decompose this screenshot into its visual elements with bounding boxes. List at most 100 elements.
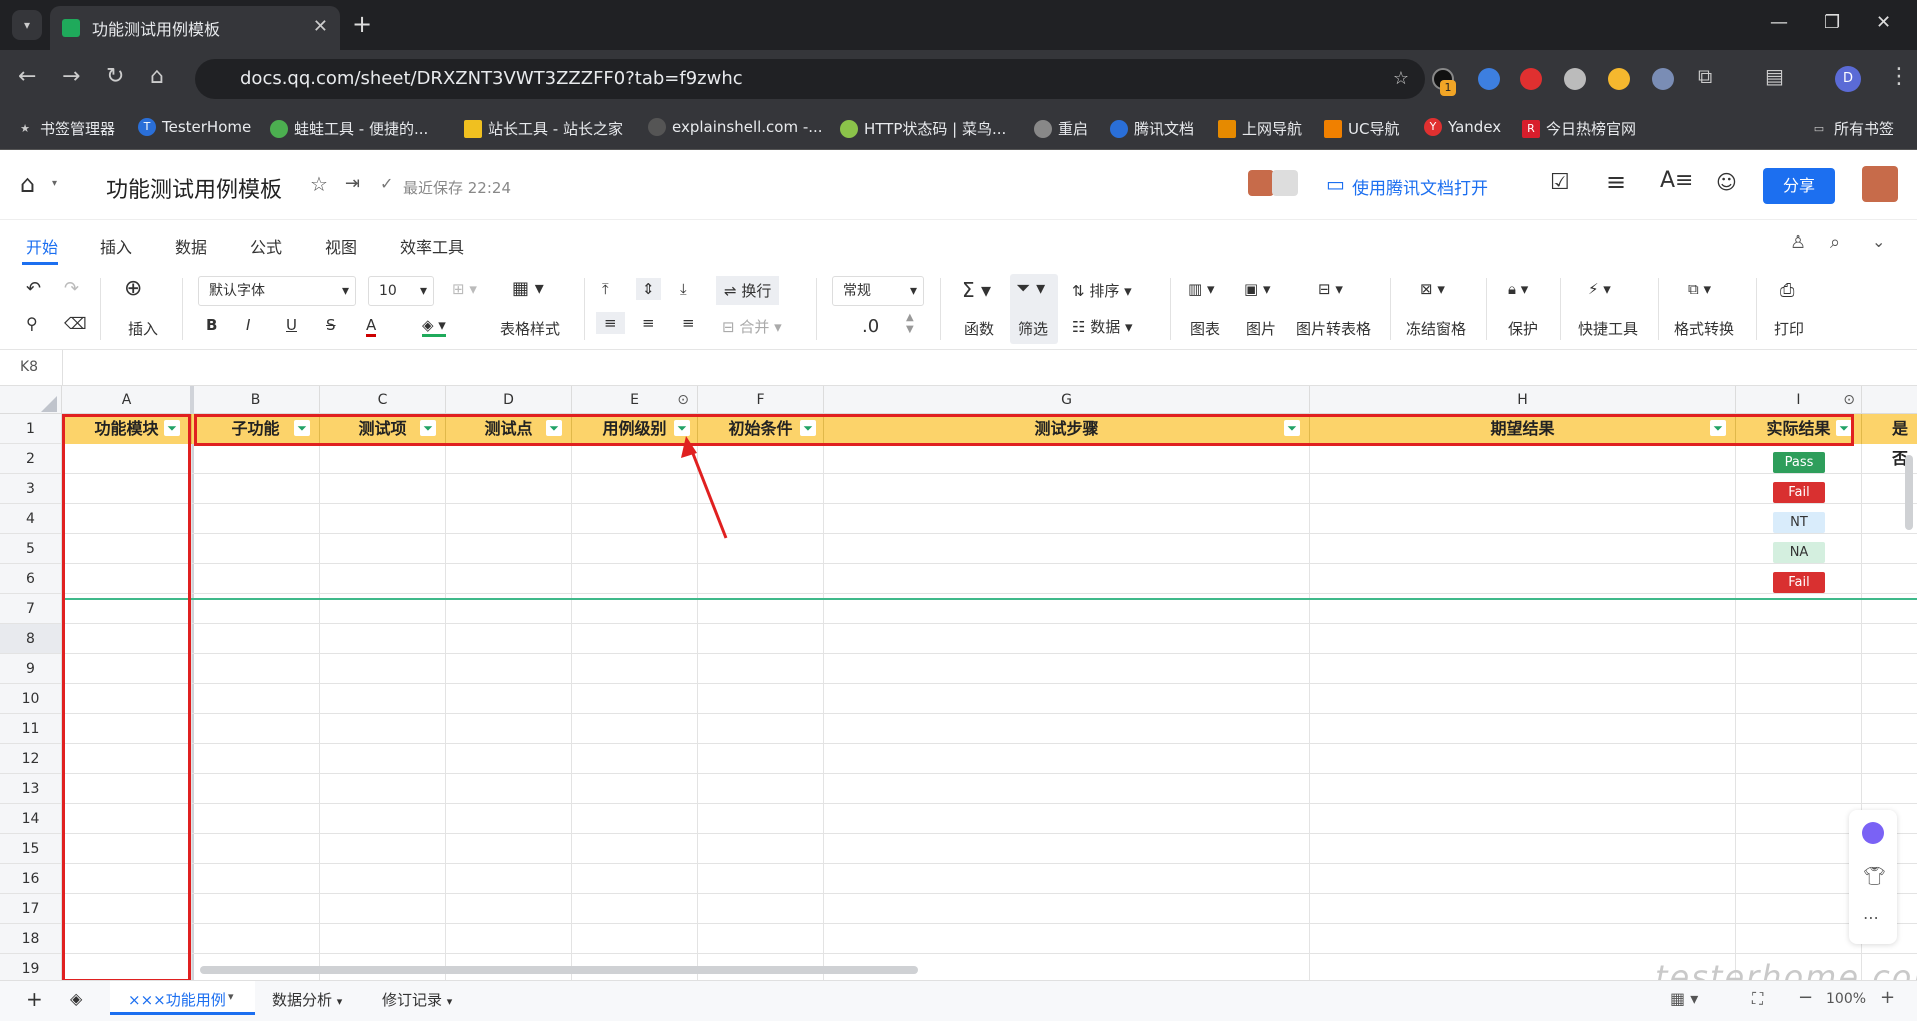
bookmark-item[interactable]: T TesterHome xyxy=(138,118,251,136)
decimal-stepper-icon[interactable]: ▲ ▼ xyxy=(906,312,914,336)
tab-efficiency-tools[interactable]: 效率工具 xyxy=(400,234,464,258)
collaborator-avatar[interactable] xyxy=(1272,170,1298,196)
font-color-button[interactable]: A xyxy=(366,316,377,337)
reload-icon[interactable]: ↻ xyxy=(106,64,124,89)
bookmark-item[interactable]: Y Yandex xyxy=(1424,118,1501,136)
cell-reference[interactable]: K8 xyxy=(20,359,38,375)
side-panel-icon[interactable]: ▤ xyxy=(1765,64,1784,88)
task-add-icon[interactable]: ☑ xyxy=(1550,170,1570,195)
bookmark-item[interactable]: explainshell.com -... xyxy=(648,118,823,136)
fill-color-icon[interactable]: ◈ ▾ xyxy=(422,316,446,337)
home-icon[interactable]: ⌂ xyxy=(150,64,164,89)
open-in-app-button[interactable]: 使用腾讯文档打开 xyxy=(1352,174,1488,199)
format-convert-icon[interactable]: ⧉ ▾ xyxy=(1688,280,1711,298)
bold-button[interactable]: B xyxy=(206,316,217,334)
format-convert-button[interactable]: 格式转换 xyxy=(1674,318,1734,339)
collaborate-icon[interactable]: ♙ xyxy=(1790,232,1806,253)
font-settings-icon[interactable]: A≡ xyxy=(1660,168,1693,193)
extension-icon[interactable] xyxy=(1520,68,1542,90)
table-style-icon[interactable]: ▦ ▾ xyxy=(512,278,544,299)
search-icon[interactable]: ⌕ xyxy=(1830,232,1840,253)
bookmark-item[interactable]: R 今日热榜官网 xyxy=(1522,118,1636,139)
extension-icon[interactable] xyxy=(1652,68,1674,90)
sheet-tab-active[interactable]: ×××功能用例 ▾ xyxy=(110,981,255,1015)
insert-button[interactable]: 插入 xyxy=(128,318,158,339)
profile-avatar[interactable]: D xyxy=(1835,66,1861,92)
bookmark-item[interactable]: UC导航 xyxy=(1324,118,1399,139)
quick-tools-icon[interactable]: ⚡ ▾ xyxy=(1588,280,1611,298)
border-icon[interactable]: ⊞ ▾ xyxy=(452,280,477,298)
align-top-icon[interactable]: ⤒ xyxy=(602,280,609,298)
bookmark-item[interactable]: 腾讯文档 xyxy=(1110,118,1194,139)
data-button[interactable]: ☷ 数据 ▾ xyxy=(1072,316,1133,337)
tab-view[interactable]: 视图 xyxy=(325,234,357,258)
align-left-icon[interactable]: ≡ xyxy=(596,312,625,334)
close-tab-icon[interactable]: ✕ xyxy=(313,16,328,37)
close-window-icon[interactable]: ✕ xyxy=(1876,12,1891,33)
align-right-icon[interactable]: ≡ xyxy=(682,314,695,332)
wrap-text-button[interactable]: ⇌ 换行 xyxy=(716,276,780,305)
home-icon[interactable]: ⌂ xyxy=(20,170,35,198)
browser-menu-icon[interactable]: ⋮ xyxy=(1888,64,1910,89)
undo-icon[interactable]: ↶ xyxy=(26,278,41,299)
sheet-tab[interactable]: 修订记录 ▾ xyxy=(382,989,452,1010)
number-format-select[interactable]: 常规 ▾ xyxy=(832,276,924,306)
printer-icon[interactable]: ⎙ xyxy=(1780,280,1794,301)
url-bar[interactable]: docs.qq.com/sheet/DRXZNT3VWT3ZZZFF0?tab=… xyxy=(195,59,1425,99)
zoom-out-icon[interactable]: − xyxy=(1798,987,1813,1008)
image-to-table-button[interactable]: 图片转表格 xyxy=(1296,318,1371,339)
insert-plus-icon[interactable]: ⊕ xyxy=(124,276,142,301)
decimal-button[interactable]: .0 xyxy=(862,316,879,337)
align-center-icon[interactable]: ≡ xyxy=(642,314,655,332)
puzzle-extensions-icon[interactable]: ⧉ xyxy=(1698,64,1712,88)
sort-button[interactable]: ⇅ 排序 ▾ xyxy=(1072,280,1132,301)
minimize-icon[interactable]: — xyxy=(1770,12,1788,33)
share-button[interactable]: 分享 xyxy=(1763,168,1835,204)
add-sheet-icon[interactable]: + xyxy=(26,987,43,1011)
theme-shirt-icon[interactable]: 👕︎ xyxy=(1863,866,1886,887)
chart-button[interactable]: 图表 xyxy=(1190,318,1220,339)
bookmark-item[interactable]: HTTP状态码 | 菜鸟... xyxy=(840,118,1006,139)
chevron-down-icon[interactable]: ▾ xyxy=(52,178,57,189)
collapse-icon[interactable]: ⌄ xyxy=(1872,232,1885,251)
lock-icon[interactable]: 🔒︎ ▾ xyxy=(1508,280,1528,298)
image-button[interactable]: 图片 xyxy=(1246,318,1276,339)
horizontal-scrollbar[interactable] xyxy=(200,966,918,974)
eraser-icon[interactable]: ⌫ xyxy=(64,314,87,333)
font-size-select[interactable]: 10 ▾ xyxy=(368,276,434,306)
protect-button[interactable]: 保护 xyxy=(1508,318,1538,339)
all-bookmarks[interactable]: ▭ 所有书签 xyxy=(1810,118,1894,139)
ai-assistant-icon[interactable] xyxy=(1862,822,1884,844)
chart-icon[interactable]: ▥ ▾ xyxy=(1188,280,1214,298)
quick-tools-button[interactable]: 快捷工具 xyxy=(1578,318,1638,339)
tab-insert[interactable]: 插入 xyxy=(100,234,132,258)
bookmark-item[interactable]: 蛙蛙工具 - 便捷的... xyxy=(270,118,428,139)
redo-icon[interactable]: ↷ xyxy=(64,278,79,299)
forward-icon[interactable]: → xyxy=(62,64,80,89)
bookmark-item[interactable]: 站长工具 - 站长之家 xyxy=(464,118,623,139)
image-icon[interactable]: ▣ ▾ xyxy=(1244,280,1270,298)
browser-tab[interactable]: 功能测试用例模板 ✕ xyxy=(50,6,340,50)
extension-icon[interactable] xyxy=(1564,68,1586,90)
sheet-list-icon[interactable]: ◈ xyxy=(70,989,82,1008)
bookmark-star-icon[interactable]: ☆ xyxy=(1393,59,1409,99)
bookmark-item[interactable]: ★ 书签管理器 xyxy=(16,118,115,139)
move-folder-icon[interactable]: ⇥ xyxy=(345,173,360,194)
sum-icon[interactable]: Σ ▾ xyxy=(962,278,991,302)
extension-icon[interactable] xyxy=(1608,68,1630,90)
italic-button[interactable]: I xyxy=(246,316,250,334)
spreadsheet-grid[interactable]: A B C D E ⊙ F G H I ⊙ 1 2 3 4 5 6 7 8 9 10 11 12 13 14 1… xyxy=(0,386,1917,980)
tab-start[interactable]: 开始 xyxy=(26,234,58,258)
align-middle-icon[interactable]: ⇕ xyxy=(636,278,661,300)
extension-icon[interactable] xyxy=(1478,68,1500,90)
star-icon[interactable]: ☆ xyxy=(310,172,328,196)
function-button[interactable]: 函数 xyxy=(964,318,994,339)
zoom-in-icon[interactable]: + xyxy=(1880,987,1895,1008)
back-icon[interactable]: ← xyxy=(18,64,36,89)
print-button[interactable]: 打印 xyxy=(1774,318,1804,339)
merge-button[interactable]: ⊟ 合并 ▾ xyxy=(722,316,782,337)
underline-button[interactable]: U xyxy=(286,316,297,334)
collaborator-avatar[interactable] xyxy=(1248,170,1274,196)
user-avatar[interactable] xyxy=(1862,166,1898,202)
filter-icon[interactable]: ⏷ ▾ xyxy=(1016,278,1045,299)
